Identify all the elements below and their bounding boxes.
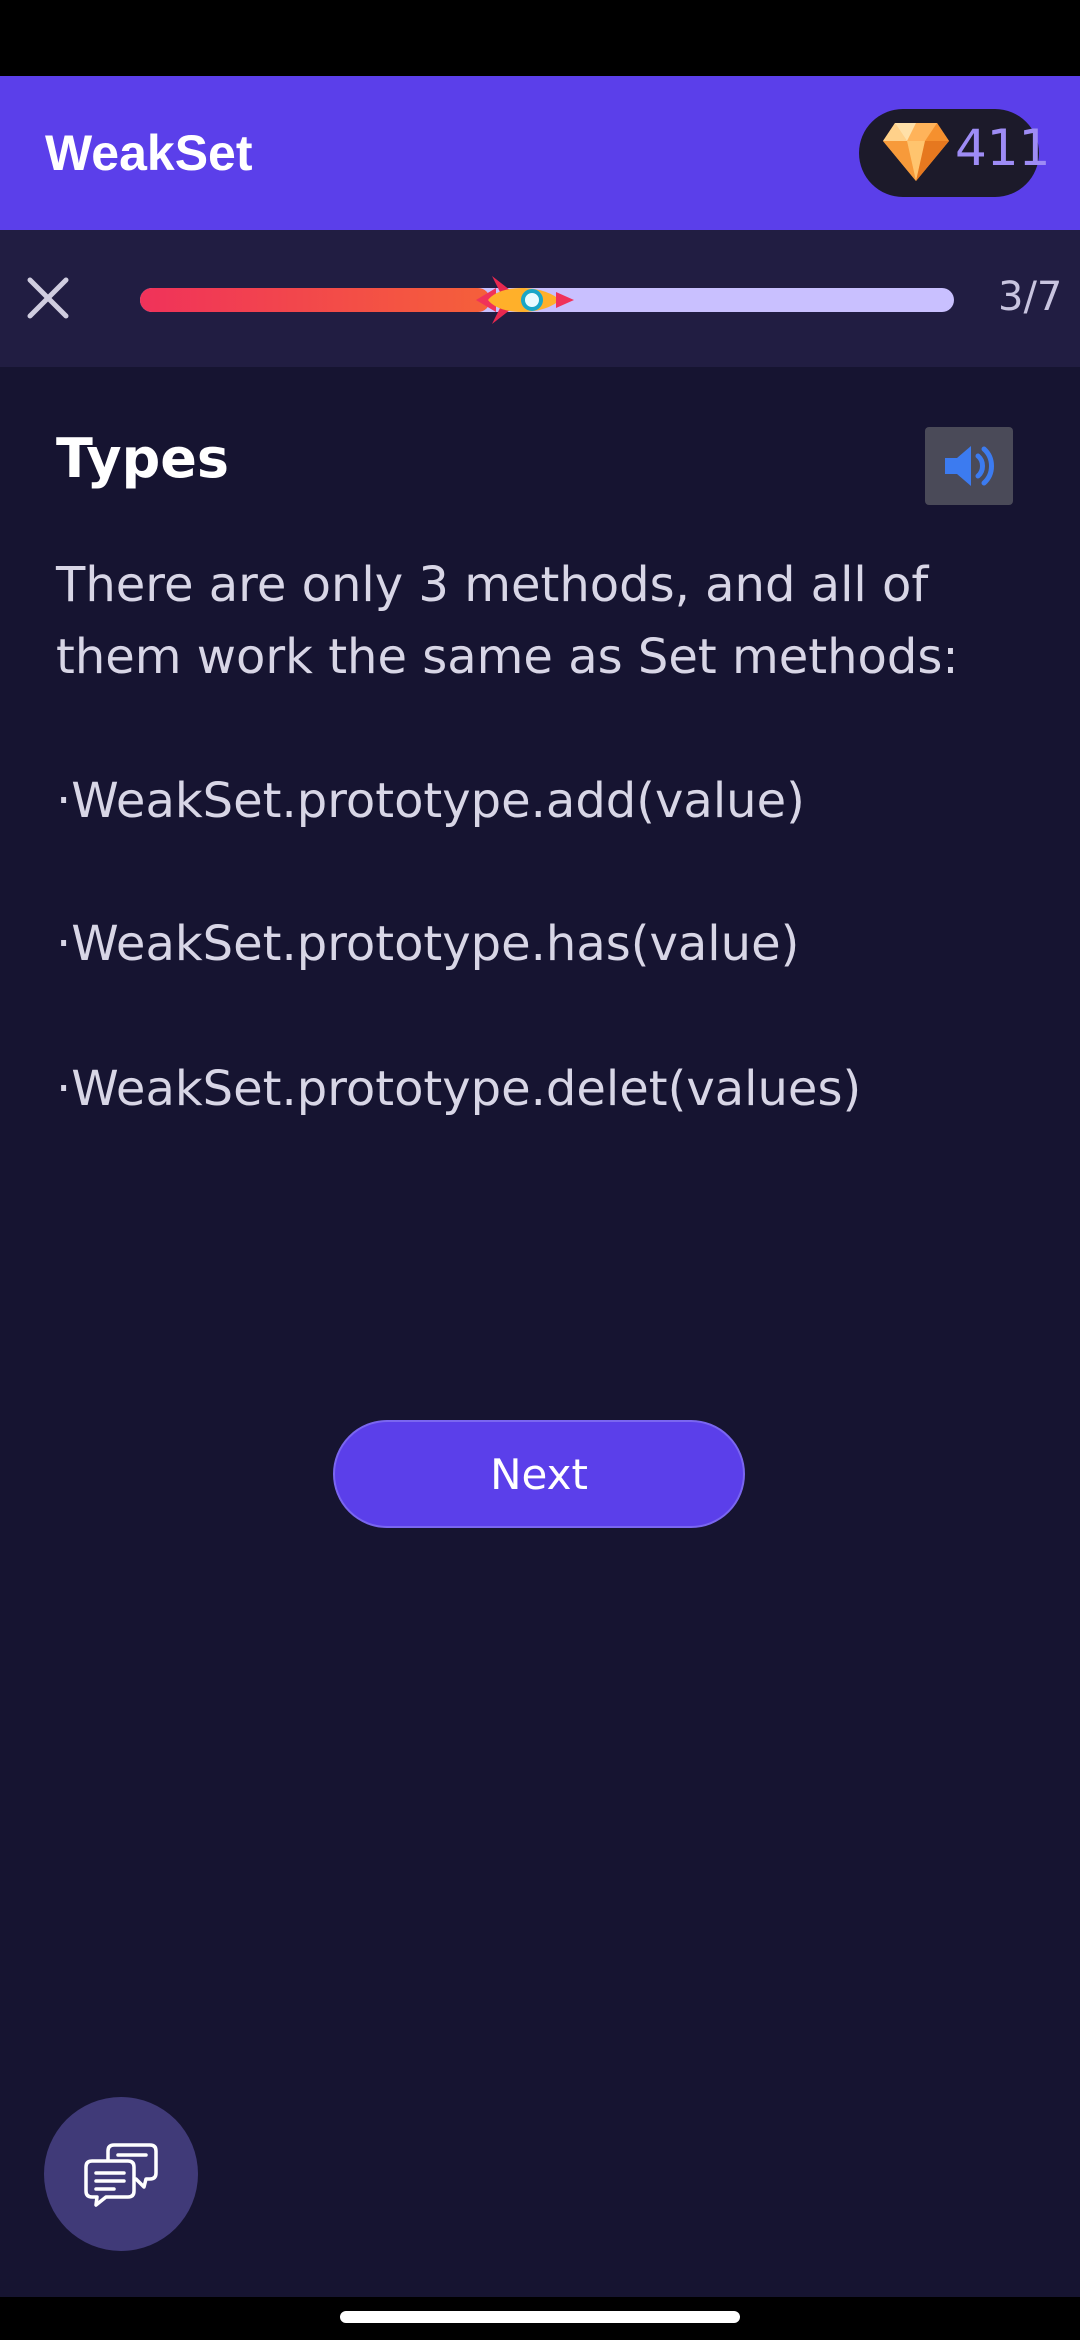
progress-fill (140, 288, 490, 312)
gem-icon (883, 123, 949, 181)
lesson-progress-bar: 3/7 (0, 230, 1080, 367)
rocket-icon (476, 276, 574, 324)
gem-count: 411 (955, 119, 1051, 177)
method-item: ·WeakSet.prototype.add(value) (56, 773, 805, 829)
app-title: WeakSet (45, 125, 253, 181)
method-item: ·WeakSet.prototype.has(value) (56, 916, 800, 972)
audio-button[interactable] (925, 427, 1013, 505)
chat-bubbles-icon (84, 2143, 158, 2207)
status-bar (0, 0, 1080, 76)
progress-counter: 3/7 (998, 274, 1063, 320)
method-item: ·WeakSet.prototype.delet(values) (56, 1061, 862, 1117)
next-button[interactable]: Next (333, 1420, 745, 1528)
speaker-icon (945, 446, 994, 486)
close-icon[interactable] (20, 270, 76, 326)
app-bar: WeakSet 411 (0, 76, 1080, 230)
gem-counter[interactable]: 411 (859, 109, 1050, 197)
chat-button[interactable] (44, 2097, 198, 2251)
progress-track (140, 276, 954, 324)
lesson-intro-text: There are only 3 methods, and all of the… (56, 557, 959, 685)
lesson-content: Types There are only 3 methods, and all … (0, 367, 1080, 2297)
home-indicator[interactable] (340, 2311, 740, 2323)
lesson-title: Types (56, 427, 230, 490)
